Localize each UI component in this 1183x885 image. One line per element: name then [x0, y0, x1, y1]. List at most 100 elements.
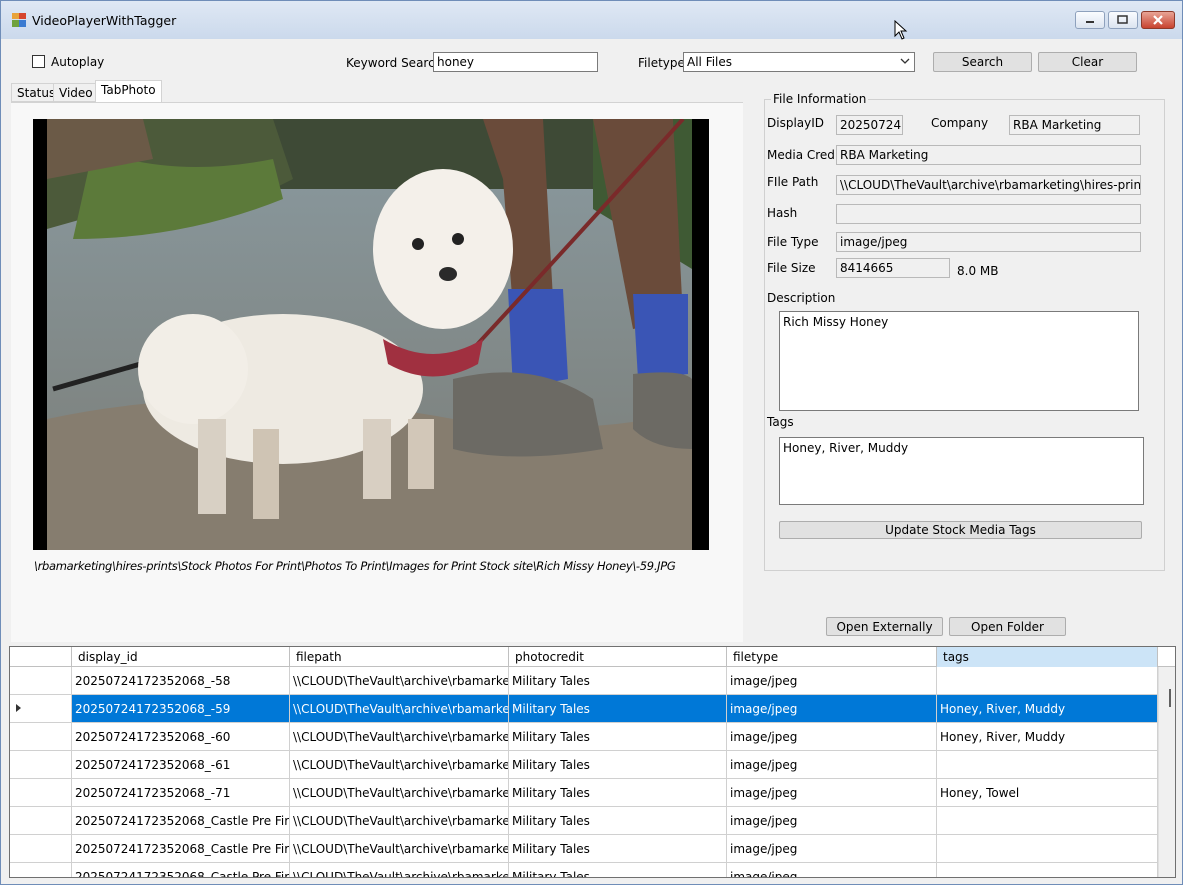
app-window: VideoPlayerWithTagger Autoplay Keyword S… — [0, 0, 1183, 885]
cell-filepath[interactable]: \\CLOUD\TheVault\archive\rbamarketing... — [290, 863, 509, 877]
cell-filetype[interactable]: image/jpeg — [727, 695, 937, 723]
title-bar[interactable]: VideoPlayerWithTagger — [1, 1, 1182, 40]
tab-video[interactable]: Video — [53, 83, 99, 102]
company-field[interactable]: RBA Marketing — [1009, 115, 1140, 135]
table-row[interactable]: 20250724172352068_-71 \\CLOUD\TheVault\ar… — [10, 779, 1158, 807]
description-textarea[interactable]: Rich Missy Honey — [779, 311, 1139, 411]
cell-tags[interactable] — [937, 863, 1158, 877]
column-header-display-id[interactable]: display_id — [72, 647, 290, 667]
cell-tags[interactable]: Honey, Towel — [937, 779, 1158, 807]
row-header[interactable] — [10, 723, 72, 751]
hash-label: Hash — [767, 206, 798, 220]
cell-filepath[interactable]: \\CLOUD\TheVault\archive\rbamarketing... — [290, 695, 509, 723]
tab-photo[interactable]: TabPhoto — [95, 80, 162, 102]
grid-corner-header[interactable] — [10, 647, 72, 667]
column-header-filepath[interactable]: filepath — [290, 647, 509, 667]
cell-photocredit[interactable]: Military Tales — [509, 835, 727, 863]
cell-tags[interactable]: Honey, River, Muddy — [937, 695, 1158, 723]
cell-photocredit[interactable]: Military Tales — [509, 863, 727, 877]
column-header-tags[interactable]: tags — [937, 647, 1158, 667]
cell-tags[interactable] — [937, 751, 1158, 779]
media-credit-field[interactable]: RBA Marketing — [836, 145, 1141, 165]
minimize-button[interactable] — [1075, 11, 1105, 29]
table-row[interactable]: 20250724172352068_Castle Pre Fire-2 \\CLO… — [10, 835, 1158, 863]
cell-tags[interactable]: Honey, River, Muddy — [937, 723, 1158, 751]
row-header[interactable] — [10, 807, 72, 835]
cell-photocredit[interactable]: Military Tales — [509, 751, 727, 779]
grid-scroll-thumb[interactable] — [1169, 689, 1171, 707]
open-folder-button[interactable]: Open Folder — [949, 617, 1066, 636]
cell-tags[interactable] — [937, 667, 1158, 695]
autoplay-checkbox[interactable] — [32, 55, 45, 68]
restore-icon — [1117, 15, 1128, 24]
cell-filetype[interactable]: image/jpeg — [727, 723, 937, 751]
tags-textarea[interactable]: Honey, River, Muddy — [779, 437, 1144, 505]
media-credit-label: Media Credit — [767, 148, 843, 162]
row-header[interactable] — [10, 863, 72, 877]
table-row[interactable]: 20250724172352068_Castle Pre Fire-1 \\CLO… — [10, 807, 1158, 835]
app-icon — [12, 13, 26, 27]
cell-filetype[interactable]: image/jpeg — [727, 807, 937, 835]
cell-display-id[interactable]: 20250724172352068_-58 — [72, 667, 290, 695]
cell-photocredit[interactable]: Military Tales — [509, 667, 727, 695]
file-information-title: File Information — [771, 92, 869, 106]
cell-filepath[interactable]: \\CLOUD\TheVault\archive\rbamarketing... — [290, 723, 509, 751]
autoplay-label: Autoplay — [51, 55, 105, 69]
keyword-search-label: Keyword Search — [346, 56, 443, 70]
cell-photocredit[interactable]: Military Tales — [509, 779, 727, 807]
cell-photocredit[interactable]: Military Tales — [509, 695, 727, 723]
cell-filepath[interactable]: \\CLOUD\TheVault\archive\rbamarketing... — [290, 667, 509, 695]
cell-filetype[interactable]: image/jpeg — [727, 863, 937, 877]
maximize-button[interactable] — [1108, 11, 1138, 29]
table-row[interactable]: 20250724172352068_-58 \\CLOUD\TheVault\ar… — [10, 667, 1158, 695]
grid-vertical-scrollbar[interactable] — [1158, 667, 1175, 877]
close-button[interactable] — [1141, 11, 1175, 29]
cell-filepath[interactable]: \\CLOUD\TheVault\archive\rbamarketing... — [290, 835, 509, 863]
close-icon — [1153, 15, 1163, 25]
row-header[interactable] — [10, 779, 72, 807]
media-data-grid[interactable]: display_id filepath photocredit filetype… — [9, 646, 1176, 878]
cell-filetype[interactable]: image/jpeg — [727, 667, 937, 695]
cell-photocredit[interactable]: Military Tales — [509, 807, 727, 835]
cell-display-id[interactable]: 20250724172352068_Castle Pre Fire-3 — [72, 863, 290, 877]
file-path-label: FIle Path — [767, 175, 819, 189]
hash-field[interactable] — [836, 204, 1141, 224]
grid-header: display_id filepath photocredit filetype… — [10, 647, 1175, 667]
cell-display-id[interactable]: 20250724172352068_-59 — [72, 695, 290, 723]
row-header[interactable] — [10, 751, 72, 779]
file-type-field[interactable]: image/jpeg — [836, 232, 1141, 252]
row-header[interactable] — [10, 835, 72, 863]
cell-display-id[interactable]: 20250724172352068_-71 — [72, 779, 290, 807]
file-size-field[interactable]: 8414665 — [836, 258, 950, 278]
cell-filetype[interactable]: image/jpeg — [727, 779, 937, 807]
keyword-search-input[interactable]: honey — [433, 52, 598, 72]
table-row[interactable]: 20250724172352068_-59 \\CLOUD\TheVault\ar… — [10, 695, 1158, 723]
table-row[interactable]: 20250724172352068_Castle Pre Fire-3 \\CLO… — [10, 863, 1158, 877]
display-id-field[interactable]: 2025072417235 — [836, 115, 903, 135]
table-row[interactable]: 20250724172352068_-61 \\CLOUD\TheVault\ar… — [10, 751, 1158, 779]
cell-display-id[interactable]: 20250724172352068_-60 — [72, 723, 290, 751]
column-header-photocredit[interactable]: photocredit — [509, 647, 727, 667]
file-path-field[interactable]: \\CLOUD\TheVault\archive\rbamarketing\hi… — [836, 175, 1141, 195]
filetype-select[interactable]: All Files — [683, 52, 915, 72]
cell-photocredit[interactable]: Military Tales — [509, 723, 727, 751]
column-header-filetype[interactable]: filetype — [727, 647, 937, 667]
cell-filetype[interactable]: image/jpeg — [727, 835, 937, 863]
cell-tags[interactable] — [937, 835, 1158, 863]
cell-filepath[interactable]: \\CLOUD\TheVault\archive\rbamarketing... — [290, 779, 509, 807]
update-tags-button[interactable]: Update Stock Media Tags — [779, 521, 1142, 539]
cell-filepath[interactable]: \\CLOUD\TheVault\archive\rbamarketing... — [290, 807, 509, 835]
cell-display-id[interactable]: 20250724172352068_Castle Pre Fire-2 — [72, 835, 290, 863]
table-row[interactable]: 20250724172352068_-60 \\CLOUD\TheVault\ar… — [10, 723, 1158, 751]
open-externally-button[interactable]: Open Externally — [826, 617, 943, 636]
cell-display-id[interactable]: 20250724172352068_-61 — [72, 751, 290, 779]
row-header[interactable] — [10, 667, 72, 695]
filetype-label: Filetype — [638, 56, 685, 70]
cell-filepath[interactable]: \\CLOUD\TheVault\archive\rbamarketing... — [290, 751, 509, 779]
clear-button[interactable]: Clear — [1038, 52, 1137, 72]
cell-tags[interactable] — [937, 807, 1158, 835]
row-header[interactable] — [10, 695, 72, 723]
cell-display-id[interactable]: 20250724172352068_Castle Pre Fire-1 — [72, 807, 290, 835]
cell-filetype[interactable]: image/jpeg — [727, 751, 937, 779]
search-button[interactable]: Search — [933, 52, 1032, 72]
